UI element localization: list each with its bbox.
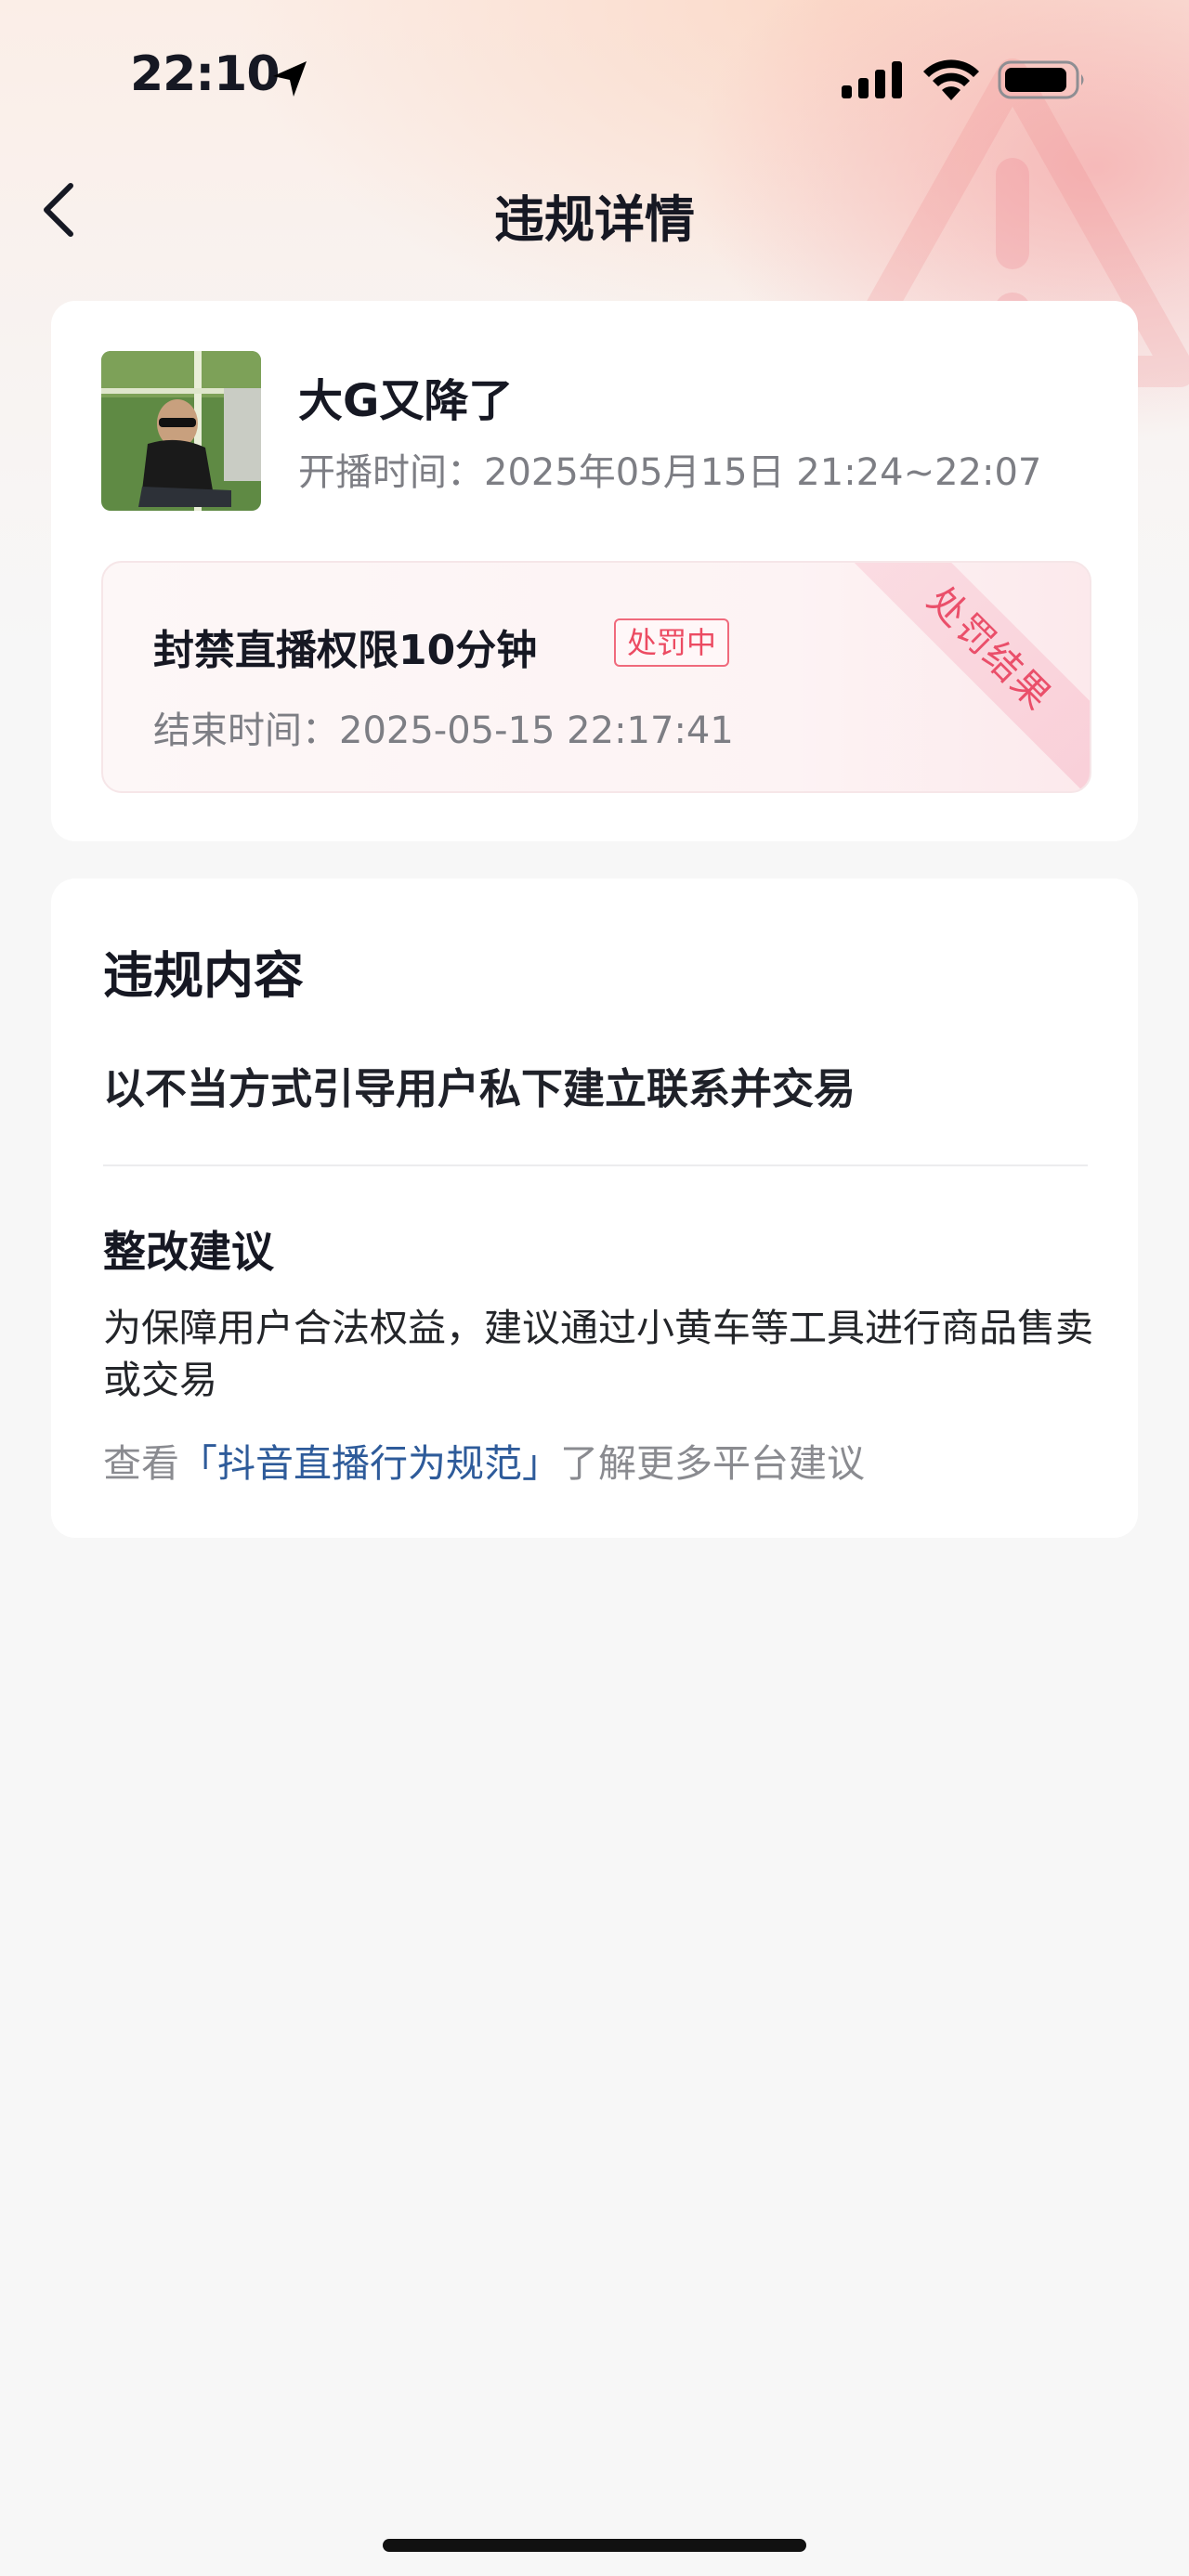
divider (103, 1164, 1088, 1166)
violation-section-title: 违规内容 (103, 946, 304, 1005)
wifi-icon (923, 59, 979, 100)
penalty-result-ribbon: 处罚结果 (833, 563, 1090, 791)
guide-line: 查看「抖音直播行为规范」了解更多平台建议 (103, 1432, 865, 1488)
penalty-result-box: 处罚结果 封禁直播权限10分钟 处罚中 结束时间：2025-05-15 22:1… (101, 561, 1091, 793)
stream-time: 开播时间：2025年05月15日 21:24~22:07 (298, 442, 1041, 496)
suggestion-text: 为保障用户合法权益，建议通过小黄车等工具进行商品售卖或交易 (103, 1306, 1093, 1402)
violation-content-card: 违规内容 以不当方式引导用户私下建立联系并交易 整改建议 为保障用户合法权益，建… (51, 878, 1138, 1538)
page-title: 违规详情 (494, 190, 695, 249)
stream-thumbnail[interactable] (101, 351, 261, 511)
battery-icon (998, 60, 1084, 99)
cellular-signal-icon (842, 61, 902, 98)
stream-time-value: 2025年05月15日 21:24~22:07 (484, 451, 1042, 494)
behavior-guidelines-link[interactable]: 「抖音直播行为规范」 (179, 1441, 560, 1486)
penalty-end-label: 结束时间： (153, 709, 339, 752)
stream-time-label: 开播时间： (298, 451, 484, 494)
status-bar: 22:10 (0, 0, 1189, 158)
location-arrow-icon (273, 61, 307, 97)
suggestion-title: 整改建议 (103, 1227, 274, 1277)
home-indicator[interactable] (383, 2539, 806, 2552)
guide-prefix: 查看 (103, 1441, 179, 1486)
penalty-end-time: 结束时间：2025-05-15 22:17:41 (153, 700, 734, 754)
navigation-bar: 违规详情 (0, 158, 1189, 260)
stream-info-card: 大G又降了 开播时间：2025年05月15日 21:24~22:07 处罚结果 … (51, 301, 1138, 841)
penalty-title: 封禁直播权限10分钟 (153, 627, 538, 674)
stream-title: 大G又降了 (298, 375, 514, 427)
guide-suffix: 了解更多平台建议 (560, 1441, 865, 1486)
violation-content: 以不当方式引导用户私下建立联系并交易 (103, 1064, 856, 1113)
status-time: 22:10 (130, 46, 281, 102)
penalty-end-value: 2025-05-15 22:17:41 (339, 709, 734, 752)
status-badge: 处罚中 (614, 618, 730, 667)
